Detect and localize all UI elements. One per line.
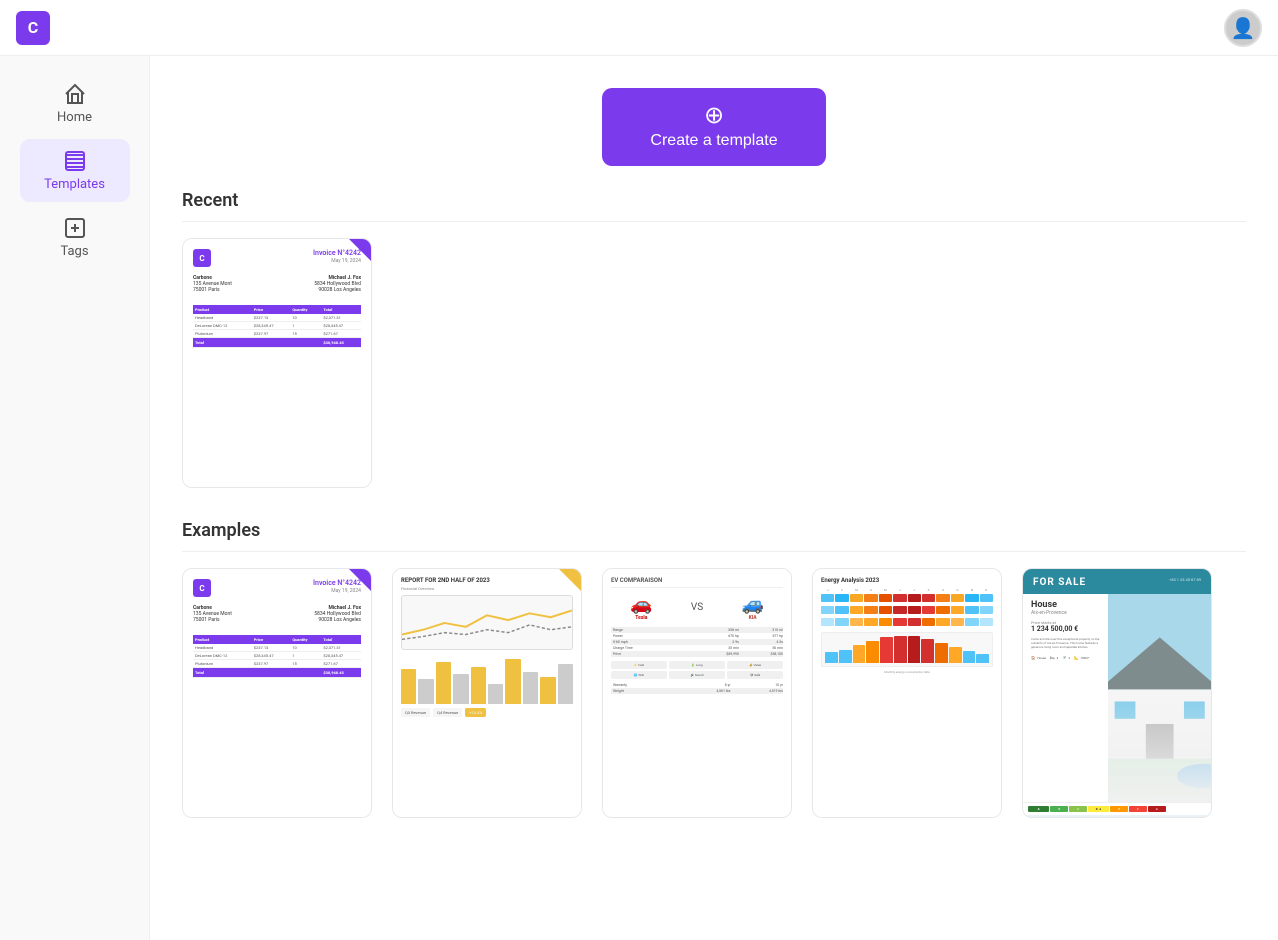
recent-section: Recent C Invoice N°4242 May 19, 2024 [182, 190, 1246, 488]
sidebar-item-home[interactable]: Home [20, 72, 130, 135]
tags-icon [63, 216, 87, 240]
examples-heading: Examples [182, 520, 1246, 552]
heatmap-title: Energy Analysis 2023 [821, 577, 993, 584]
app-logo[interactable]: C [16, 11, 50, 45]
create-template-button[interactable]: ⊕ Create a template [602, 88, 825, 166]
template-card-invoice-recent[interactable]: C Invoice N°4242 May 19, 2024 Carbone 13… [182, 238, 372, 488]
invoice-client: Michael J. Fox 5834 Hollywood Blvd 90028… [314, 275, 361, 293]
house-for-sale-label: FOR SALE [1033, 577, 1086, 588]
house-preview: FOR SALE +33 1 23 45 67 89 House Aix-en-… [1023, 569, 1211, 817]
invoice-table: Product Price Quantity Total Headband$23… [193, 305, 361, 348]
plus-icon: ⊕ [704, 104, 724, 128]
invoice-example-preview: C Invoice N°4242 May 19, 2024 Carbone 13… [183, 569, 371, 817]
template-card-report-example[interactable]: REPORT FOR 2ND HALF OF 2023 Financial Ov… [392, 568, 582, 818]
report-preview: REPORT FOR 2ND HALF OF 2023 Financial Ov… [393, 569, 581, 817]
invoice-date: May 19, 2024 [313, 258, 361, 264]
house-price: 1 234 500,00 € [1031, 625, 1100, 633]
sidebar: Home Templates Tags [0, 56, 150, 940]
heatmap-preview: Energy Analysis 2023 J F M A M J J A S [813, 569, 1001, 817]
user-avatar[interactable]: 👤 [1224, 9, 1262, 47]
recent-cards-row: C Invoice N°4242 May 19, 2024 Carbone 13… [182, 238, 1246, 488]
house-location: Aix-en-Provence [1031, 610, 1100, 616]
ev-title: EV COMPARAISON [611, 577, 783, 588]
house-description: Come and discover this exceptional prope… [1031, 637, 1100, 650]
template-card-heatmap-example[interactable]: Energy Analysis 2023 J F M A M J J A S [812, 568, 1002, 818]
home-icon [63, 82, 87, 106]
report-title: REPORT FOR 2ND HALF OF 2023 [401, 577, 573, 584]
invoice-preview: C Invoice N°4242 May 19, 2024 Carbone 13… [183, 239, 371, 487]
invoice-logo: C [193, 249, 211, 267]
examples-section: Examples C Invoice N°4242 May 19, 2024 [182, 520, 1246, 818]
house-name: House [1031, 600, 1100, 610]
sidebar-item-templates[interactable]: Templates [20, 139, 130, 202]
ev-preview: EV COMPARAISON 🚗 Tesla VS 🚙 KIA [603, 569, 791, 817]
invoice-company: Carbone 135 Avenue Mont 75001 Paris [193, 275, 232, 295]
invoice-title: Invoice N°4242 [313, 249, 361, 257]
template-card-house-example[interactable]: FOR SALE +33 1 23 45 67 89 House Aix-en-… [1022, 568, 1212, 818]
topbar: C 👤 [0, 0, 1278, 56]
templates-icon [63, 149, 87, 173]
house-header: FOR SALE +33 1 23 45 67 89 [1023, 569, 1211, 594]
recent-heading: Recent [182, 190, 1246, 222]
examples-cards-row: C Invoice N°4242 May 19, 2024 Carbone 13… [182, 568, 1246, 818]
house-image [1108, 594, 1211, 802]
template-card-invoice-example[interactable]: C Invoice N°4242 May 19, 2024 Carbone 13… [182, 568, 372, 818]
content-area: ⊕ Create a template Recent C Invoice N°4… [150, 56, 1278, 940]
create-template-area: ⊕ Create a template [182, 56, 1246, 190]
sidebar-item-tags[interactable]: Tags [20, 206, 130, 269]
template-card-ev-example[interactable]: EV COMPARAISON 🚗 Tesla VS 🚙 KIA [602, 568, 792, 818]
main-layout: Home Templates Tags [0, 56, 1278, 940]
